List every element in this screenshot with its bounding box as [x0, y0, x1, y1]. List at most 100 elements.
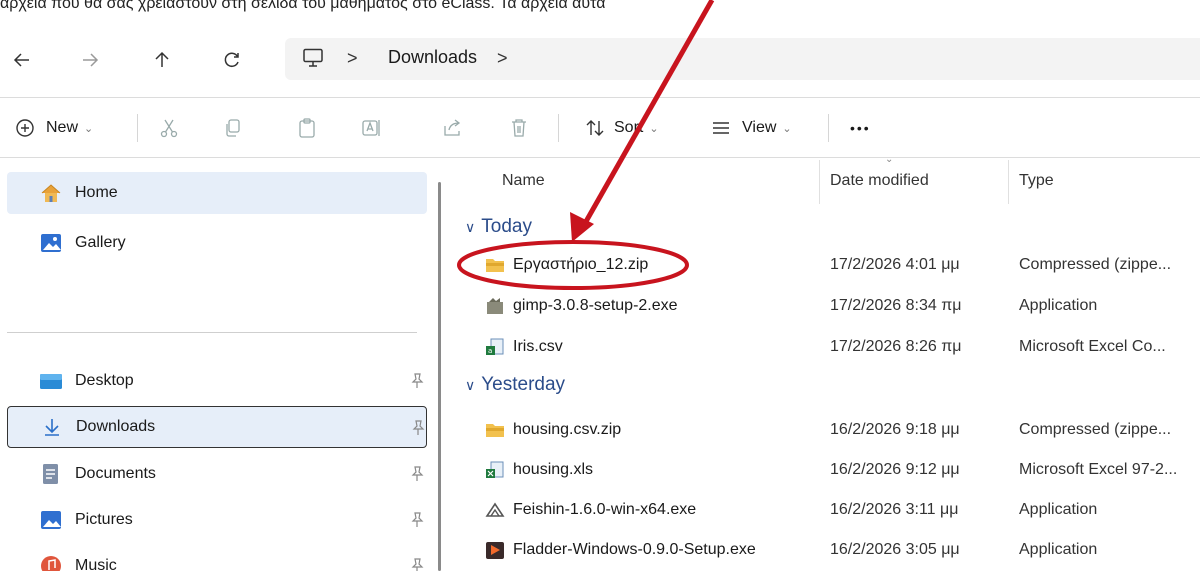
excel-icon	[486, 461, 504, 478]
toolbar-separator	[137, 114, 138, 142]
table-row[interactable]: Εργαστήριο_12.zip 17/2/2026 4:01 μμ Comp…	[445, 245, 1200, 285]
file-name: gimp-3.0.8-setup-2.exe	[513, 297, 678, 314]
address-bar[interactable]: > Downloads >	[285, 38, 1200, 80]
paste-button[interactable]	[296, 114, 318, 142]
new-label: New	[46, 119, 79, 136]
address-bar-row: > Downloads >	[0, 28, 1200, 88]
file-date: 17/2/2026 8:26 πμ	[830, 338, 962, 355]
file-type: Microsoft Excel Co...	[1019, 338, 1166, 355]
arrow-right-icon	[83, 53, 99, 67]
file-date: 16/2/2026 9:18 μμ	[830, 421, 960, 438]
file-type: Microsoft Excel 97-2...	[1019, 461, 1178, 478]
documents-icon	[39, 463, 63, 485]
column-header-type[interactable]: Type	[1019, 172, 1054, 190]
group-label: Today	[481, 216, 532, 237]
file-name: Εργαστήριο_12.zip	[513, 256, 649, 273]
column-divider[interactable]	[1008, 160, 1009, 204]
table-row[interactable]: Feishin-1.6.0-win-x64.exe 16/2/2026 3:11…	[445, 490, 1200, 530]
zip-folder-icon	[486, 424, 504, 437]
arrow-up-icon	[155, 51, 169, 67]
rename-icon	[360, 117, 382, 139]
table-row[interactable]: gimp-3.0.8-setup-2.exe 17/2/2026 8:34 πμ…	[445, 286, 1200, 326]
group-label: Yesterday	[481, 374, 566, 395]
file-name: Feishin-1.6.0-win-x64.exe	[513, 501, 697, 518]
sidebar-item-gallery[interactable]: Gallery	[7, 222, 427, 264]
toolbar-separator	[558, 114, 559, 142]
table-row[interactable]: housing.csv.zip 16/2/2026 9:18 μμ Compre…	[445, 410, 1200, 450]
sort-icon	[584, 117, 606, 139]
file-type: Compressed (zippe...	[1019, 256, 1172, 273]
file-date: 16/2/2026 9:12 μμ	[830, 461, 960, 478]
home-icon	[39, 182, 63, 204]
sidebar-item-label: Pictures	[75, 511, 133, 528]
file-name: Iris.csv	[513, 338, 563, 355]
chevron-down-icon: ∨	[465, 376, 476, 393]
rename-button[interactable]	[360, 114, 382, 142]
more-options-button[interactable]: •••	[850, 114, 871, 142]
breadcrumb-downloads[interactable]: Downloads	[388, 47, 477, 68]
paste-icon	[296, 117, 318, 139]
refresh-icon	[224, 52, 239, 68]
view-button[interactable]: View ⌄	[710, 114, 792, 142]
back-button[interactable]	[4, 42, 40, 78]
navigation-pane: Home Gallery Desktop Downloads Documents…	[0, 160, 441, 571]
copy-button[interactable]	[222, 114, 244, 142]
new-button[interactable]: New ⌄	[14, 114, 93, 142]
sidebar-divider	[7, 332, 417, 333]
pin-icon[interactable]	[410, 466, 424, 482]
share-button[interactable]	[441, 114, 463, 142]
refresh-button[interactable]	[214, 42, 250, 78]
breadcrumb-separator[interactable]: >	[497, 48, 508, 69]
delete-button[interactable]	[508, 114, 530, 142]
column-divider[interactable]	[819, 160, 820, 204]
toolbar-divider	[0, 157, 1200, 158]
chevron-down-icon: ⌄	[84, 122, 94, 135]
file-name: Fladder-Windows-0.9.0-Setup.exe	[513, 541, 756, 558]
sort-button[interactable]: Sort ⌄	[584, 114, 659, 142]
document-caption: αρχεία που θα σας χρειαστούν στη σελίδα …	[0, 0, 606, 12]
file-type: Application	[1019, 501, 1098, 518]
file-date: 17/2/2026 4:01 μμ	[830, 256, 960, 273]
group-header-today[interactable]: ∨ Today	[465, 216, 532, 238]
table-row[interactable]: Fladder-Windows-0.9.0-Setup.exe 16/2/202…	[445, 530, 1200, 570]
sidebar-item-label: Home	[75, 184, 118, 201]
list-view-icon	[710, 117, 732, 139]
column-header-name[interactable]: Name	[502, 172, 545, 190]
file-date: 16/2/2026 3:05 μμ	[830, 541, 960, 558]
sidebar-item-documents[interactable]: Documents	[7, 453, 427, 495]
sidebar-item-home[interactable]: Home	[7, 172, 427, 214]
file-type: Compressed (zippe...	[1019, 421, 1172, 438]
table-row[interactable]: a Iris.csv 17/2/2026 8:26 πμ Microsoft E…	[445, 327, 1200, 367]
command-bar: New ⌄ Sort ⌄ View ⌄ •••	[0, 100, 1200, 155]
sidebar-item-desktop[interactable]: Desktop	[7, 360, 427, 402]
toolbar-separator	[828, 114, 829, 142]
cut-button[interactable]	[158, 114, 180, 142]
chevron-down-icon: ∨	[465, 218, 476, 235]
file-type: Application	[1019, 297, 1098, 314]
sidebar-scrollbar[interactable]	[438, 182, 441, 571]
view-label: View	[742, 119, 777, 136]
pin-icon[interactable]	[411, 420, 425, 436]
file-date: 17/2/2026 8:34 πμ	[830, 297, 962, 314]
file-type: Application	[1019, 541, 1098, 558]
sidebar-item-pictures[interactable]: Pictures	[7, 499, 427, 541]
group-header-yesterday[interactable]: ∨ Yesterday	[465, 374, 565, 396]
desktop-icon	[39, 370, 63, 392]
sidebar-item-downloads[interactable]: Downloads	[7, 406, 427, 448]
svg-text:a: a	[488, 347, 492, 355]
pictures-icon	[39, 509, 63, 531]
forward-button[interactable]	[72, 42, 108, 78]
sidebar-item-music[interactable]: Music	[7, 545, 427, 571]
file-list: Name ⌄ Date modified Type ∨ Today Εργαστ…	[445, 154, 1200, 571]
pin-icon[interactable]	[410, 512, 424, 528]
column-header-date-modified[interactable]: Date modified	[830, 172, 929, 190]
copy-icon	[222, 117, 244, 139]
table-row[interactable]: housing.xls 16/2/2026 9:12 μμ Microsoft …	[445, 450, 1200, 490]
up-button[interactable]	[144, 42, 180, 78]
gallery-icon	[39, 232, 63, 254]
file-date: 16/2/2026 3:11 μμ	[830, 501, 959, 518]
pin-icon[interactable]	[410, 558, 424, 571]
chevron-down-icon: ⌄	[649, 122, 659, 135]
pin-icon[interactable]	[410, 373, 424, 389]
file-name: housing.csv.zip	[513, 421, 622, 438]
